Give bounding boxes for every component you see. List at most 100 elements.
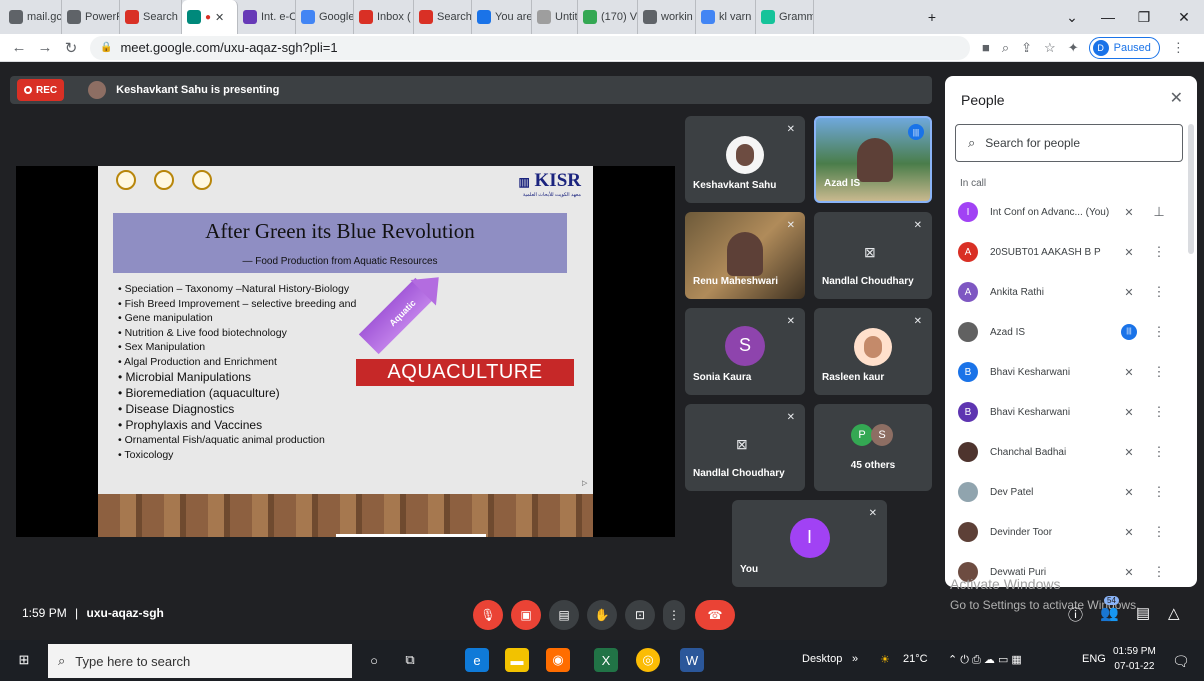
- more-options-icon[interactable]: ⋮: [1150, 244, 1168, 260]
- close-window-icon[interactable]: ✕: [1164, 0, 1204, 34]
- chrome-icon[interactable]: ◎: [636, 648, 660, 672]
- browser-tab[interactable]: You are: [472, 0, 532, 34]
- zoom-icon[interactable]: ⌕: [1002, 40, 1009, 56]
- camera-in-use-icon[interactable]: ■: [982, 40, 990, 55]
- participant-row[interactable]: Azad IS ||| ⋮: [945, 312, 1197, 352]
- participant-count-badge: 54: [1104, 596, 1119, 605]
- google-icon: [701, 10, 715, 24]
- more-options-icon[interactable]: ⋮: [1150, 284, 1168, 300]
- weather-temp[interactable]: 21°C: [903, 653, 928, 665]
- back-icon[interactable]: ←: [6, 39, 32, 56]
- participant-tile[interactable]: ✕ Renu Maheshwari: [685, 212, 805, 299]
- leave-call-button[interactable]: ☎: [695, 600, 735, 630]
- participant-avatar: I: [958, 202, 978, 222]
- participant-row[interactable]: Devinder Toor ✕ ⋮: [945, 512, 1197, 552]
- language-indicator[interactable]: ENG: [1082, 653, 1106, 665]
- browser-tab[interactable]: Search: [414, 0, 472, 34]
- raise-hand-button[interactable]: ✋: [587, 600, 617, 630]
- participant-row[interactable]: A Ankita Rathi ✕ ⋮: [945, 272, 1197, 312]
- participant-name-cell: 20SUBT01 AAKASH B P: [990, 247, 1118, 258]
- new-tab-button[interactable]: +: [912, 0, 952, 34]
- task-view-icon[interactable]: ⧉: [398, 648, 422, 672]
- windows-start-icon[interactable]: ⊞: [12, 648, 36, 672]
- firefox-icon[interactable]: ◉: [546, 648, 570, 672]
- more-options-icon[interactable]: ⋮: [1150, 444, 1168, 460]
- system-tray-icons[interactable]: ⌃ ⏻ ⎙ ☁ ▭ ▦: [948, 653, 1022, 667]
- participant-tile[interactable]: ⊠ ✕ Nandlal Choudhary: [814, 212, 932, 299]
- browser-tab[interactable]: PowerP: [62, 0, 120, 34]
- participant-tile[interactable]: ✕ Keshavkant Sahu: [685, 116, 805, 203]
- participant-tile[interactable]: ✕ Rasleen kaur: [814, 308, 932, 395]
- participant-tile[interactable]: S ✕ Sonia Kaura: [685, 308, 805, 395]
- weather-icon[interactable]: ☀: [880, 653, 890, 666]
- tab-search-icon[interactable]: ⌄: [1052, 0, 1092, 34]
- captions-button[interactable]: ▤: [549, 600, 579, 630]
- chat-icon[interactable]: ▤: [1136, 604, 1150, 622]
- participant-tile[interactable]: P S 45 others: [814, 404, 932, 491]
- participant-tile[interactable]: ⊠ ✕ Nandlal Choudhary: [685, 404, 805, 491]
- browser-tab[interactable]: kl varn: [696, 0, 756, 34]
- taskbar-clock[interactable]: 01:59 PM 07-01-22: [1113, 644, 1156, 674]
- profile-button[interactable]: D Paused: [1088, 36, 1160, 59]
- more-options-icon[interactable]: ⋮: [1150, 404, 1168, 420]
- slide-subtitle: — Food Production from Aquatic Resources: [242, 256, 438, 267]
- file-explorer-icon[interactable]: ▬: [505, 648, 529, 672]
- participant-tile[interactable]: I ✕ You: [732, 500, 887, 587]
- participant-row[interactable]: Dev Patel ✕ ⋮: [945, 472, 1197, 512]
- close-tab-icon[interactable]: ✕: [215, 11, 224, 24]
- panel-scrollbar[interactable]: [1188, 124, 1194, 254]
- browser-tab[interactable]: mail.gc: [4, 0, 62, 34]
- toolbar-expand-icon[interactable]: »: [852, 653, 858, 665]
- activities-icon[interactable]: △: [1168, 604, 1180, 622]
- more-options-icon[interactable]: ⋮: [1150, 524, 1168, 540]
- participant-row[interactable]: A 20SUBT01 AAKASH B P ✕ ⋮: [945, 232, 1197, 272]
- people-icon[interactable]: 👥: [1100, 604, 1119, 622]
- bookmark-star-icon[interactable]: ☆: [1044, 40, 1056, 56]
- present-button[interactable]: ⊡: [625, 600, 655, 630]
- participant-row[interactable]: I Int Conf on Advanc... (You) ✕ ⊥: [945, 192, 1197, 232]
- forward-icon[interactable]: →: [32, 39, 58, 56]
- more-options-icon[interactable]: ⋮: [1150, 324, 1168, 340]
- people-search-input[interactable]: ⌕ Search for people: [955, 124, 1183, 162]
- slide-bullet: • Sex Manipulation: [118, 340, 356, 355]
- participant-name: Nandlal Choudhary: [693, 468, 785, 479]
- share-icon[interactable]: ⇪: [1021, 40, 1032, 56]
- participant-row[interactable]: B Bhavi Kesharwani ✕ ⋮: [945, 392, 1197, 432]
- notifications-icon[interactable]: 🗨: [1172, 653, 1190, 670]
- minimize-icon[interactable]: —: [1088, 0, 1128, 34]
- meeting-details-icon[interactable]: ⓘ: [1068, 604, 1083, 625]
- reload-icon[interactable]: ↻: [58, 39, 84, 57]
- more-options-icon[interactable]: ⋮: [1150, 484, 1168, 500]
- word-icon[interactable]: W: [680, 648, 704, 672]
- browser-tab[interactable]: Search: [120, 0, 182, 34]
- browser-tab[interactable]: Int. e-C: [238, 0, 296, 34]
- browser-tab[interactable]: workin: [638, 0, 696, 34]
- more-options-icon[interactable]: ⋮: [1150, 364, 1168, 380]
- participant-tile[interactable]: ||| Azad IS: [814, 116, 932, 203]
- pin-icon[interactable]: ⊥: [1150, 204, 1168, 220]
- close-panel-icon[interactable]: ✕: [1170, 88, 1183, 108]
- taskbar-search[interactable]: ⌕ Type here to search: [48, 644, 352, 678]
- edge-icon[interactable]: e: [465, 648, 489, 672]
- browser-tab[interactable]: ● ✕: [182, 0, 238, 34]
- browser-tab[interactable]: Google: [296, 0, 354, 34]
- browser-tab[interactable]: Gramm: [756, 0, 814, 34]
- more-options-icon[interactable]: ⋮: [1150, 564, 1168, 580]
- browser-tab[interactable]: Inbox (: [354, 0, 414, 34]
- cortana-icon[interactable]: ○: [362, 648, 386, 672]
- url-bar[interactable]: 🔒 meet.google.com/uxu-aqaz-sgh?pli=1: [90, 35, 970, 60]
- participant-row[interactable]: Chanchal Badhai ✕ ⋮: [945, 432, 1197, 472]
- extensions-icon[interactable]: ✦: [1068, 40, 1079, 56]
- browser-tab[interactable]: (170) V: [578, 0, 638, 34]
- more-options-button[interactable]: ⋮: [663, 600, 685, 630]
- desktop-toolbar-label[interactable]: Desktop: [802, 653, 842, 665]
- mic-off-button[interactable]: 🎙︎: [473, 600, 503, 630]
- restore-icon[interactable]: ❐: [1124, 0, 1164, 34]
- presenter-avatar: [88, 81, 107, 99]
- camera-off-button[interactable]: ▣: [511, 600, 541, 630]
- slide-bullet: • Gene manipulation: [118, 311, 356, 326]
- excel-icon[interactable]: X: [594, 648, 618, 672]
- browser-menu-icon[interactable]: ⋮: [1172, 40, 1185, 56]
- participant-row[interactable]: B Bhavi Kesharwani ✕ ⋮: [945, 352, 1197, 392]
- browser-tab[interactable]: Untitle: [532, 0, 578, 34]
